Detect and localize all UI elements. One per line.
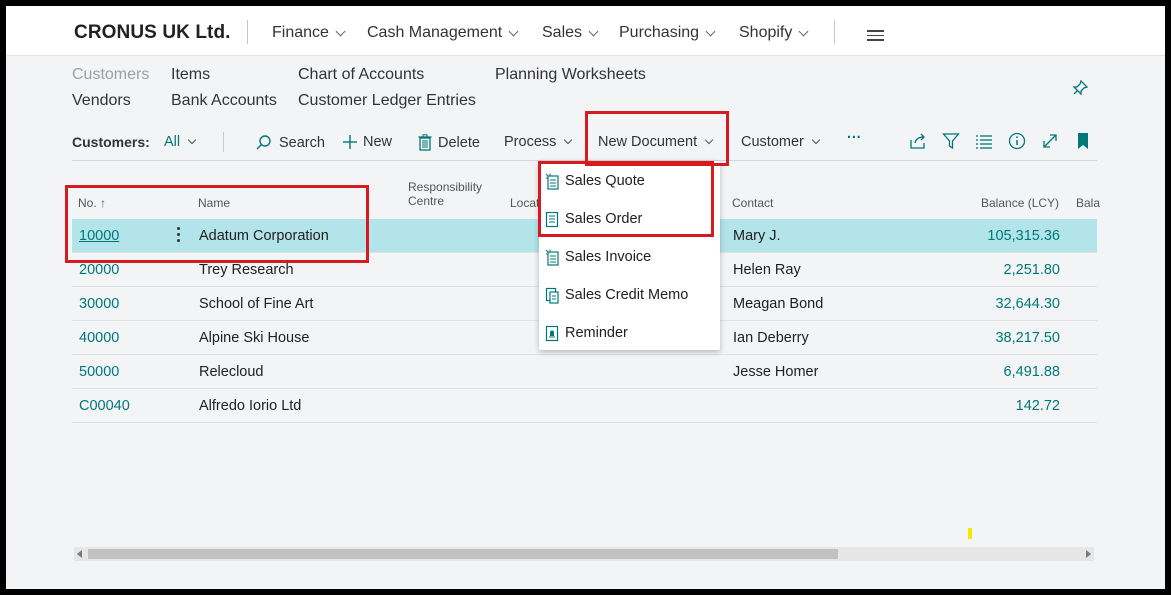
customer-name[interactable]: Relecloud (199, 364, 264, 380)
column-header-balance-due[interactable]: Bala (1076, 196, 1100, 210)
customer-balance[interactable]: 142.72 (920, 398, 1060, 414)
trash-icon (418, 134, 432, 151)
link-items[interactable]: Items (171, 66, 210, 84)
link-bank-accounts[interactable]: Bank Accounts (171, 92, 277, 110)
nav-sales[interactable]: Sales (542, 24, 599, 42)
customer-no-link[interactable]: 20000 (79, 262, 119, 278)
divider (834, 20, 835, 44)
chevron-down-icon (187, 135, 197, 145)
customer-contact: Helen Ray (733, 262, 801, 278)
top-navigation: CRONUS UK Ltd. Finance Cash Management S… (6, 6, 1165, 56)
customer-contact: Jesse Homer (733, 364, 819, 380)
scroll-left-arrow-icon[interactable] (77, 550, 82, 558)
menu-item-sales-invoice[interactable]: Sales Invoice (545, 245, 651, 269)
list-view-icon[interactable] (975, 132, 993, 150)
chevron-down-icon (798, 26, 809, 36)
customer-balance[interactable]: 38,217.50 (920, 330, 1060, 346)
customer-name[interactable]: Trey Research (199, 262, 294, 278)
column-header-responsibility-centre[interactable]: Responsibility Centre (408, 180, 482, 208)
customer-no-link[interactable]: 50000 (79, 364, 119, 380)
cursor-marker (968, 528, 972, 539)
nav-finance[interactable]: Finance (272, 24, 346, 42)
link-vendors[interactable]: Vendors (72, 92, 131, 110)
chevron-down-icon (564, 135, 573, 145)
filter-icon[interactable] (942, 132, 960, 150)
link-customers[interactable]: Customers (72, 66, 149, 84)
link-customer-ledger-entries[interactable]: Customer Ledger Entries (298, 92, 476, 110)
nav-cash-management[interactable]: Cash Management (367, 24, 519, 42)
customer-balance[interactable]: 32,644.30 (920, 296, 1060, 312)
customer-no-link[interactable]: C00040 (79, 398, 130, 414)
delete-button[interactable]: Delete (418, 134, 480, 151)
expand-icon[interactable] (1041, 132, 1059, 150)
table-row[interactable]: C00040 Alfredo Iorio Ltd 142.72 (72, 389, 1097, 423)
chevron-down-icon (335, 26, 346, 36)
info-icon[interactable] (1008, 132, 1026, 150)
bookmark-icon[interactable] (1074, 132, 1092, 150)
sales-invoice-icon (545, 249, 559, 266)
customer-menu[interactable]: Customer (741, 134, 821, 150)
table-row[interactable]: 50000 Relecloud Jesse Homer 6,491.88 (72, 355, 1097, 389)
customer-contact: Ian Deberry (733, 330, 809, 346)
app-window: CRONUS UK Ltd. Finance Cash Management S… (6, 6, 1165, 589)
divider (247, 20, 248, 44)
menu-item-sales-credit-memo[interactable]: Sales Credit Memo (545, 283, 688, 307)
chevron-down-icon (811, 135, 821, 145)
menu-item-reminder[interactable]: Reminder (545, 321, 628, 345)
customer-balance[interactable]: 2,251.80 (920, 262, 1060, 278)
customer-no-link[interactable]: 40000 (79, 330, 119, 346)
customer-name[interactable]: Alpine Ski House (199, 330, 309, 346)
plus-icon (343, 135, 357, 149)
scroll-right-arrow-icon[interactable] (1086, 550, 1091, 558)
customer-name[interactable]: Alfredo Iorio Ltd (199, 398, 301, 414)
search-icon (256, 135, 271, 150)
chevron-down-icon (508, 26, 519, 36)
page-caption: Customers: (72, 134, 150, 150)
chevron-down-icon (588, 26, 599, 36)
company-name[interactable]: CRONUS UK Ltd. (74, 22, 231, 44)
hamburger-menu-icon[interactable] (867, 30, 884, 44)
link-planning-worksheets[interactable]: Planning Worksheets (495, 66, 646, 84)
highlight-first-row (65, 185, 369, 263)
customer-balance[interactable]: 6,491.88 (920, 364, 1060, 380)
new-button[interactable]: New (342, 134, 392, 150)
customer-contact: Meagan Bond (733, 296, 824, 312)
nav-shopify[interactable]: Shopify (739, 24, 809, 42)
column-header-contact[interactable]: Contact (732, 196, 773, 210)
highlight-new-document (585, 111, 729, 166)
pin-icon[interactable] (1072, 80, 1088, 96)
customer-balance[interactable]: 105,315.36 (920, 228, 1060, 244)
search-button[interactable]: Search (255, 134, 325, 152)
share-icon[interactable] (909, 132, 927, 150)
credit-memo-icon (545, 287, 559, 304)
customer-name[interactable]: School of Fine Art (199, 296, 313, 312)
customer-contact: Mary J. (733, 228, 781, 244)
filter-all-dropdown[interactable]: All (164, 134, 197, 150)
link-chart-of-accounts[interactable]: Chart of Accounts (298, 66, 424, 84)
process-menu[interactable]: Process (504, 134, 573, 150)
scrollbar-thumb[interactable] (88, 549, 838, 559)
customer-no-link[interactable]: 30000 (79, 296, 119, 312)
column-header-balance-lcy[interactable]: Balance (LCY) (981, 196, 1059, 210)
highlight-sales-quote-order (538, 161, 714, 237)
nav-purchasing[interactable]: Purchasing (619, 24, 716, 42)
horizontal-scrollbar[interactable] (74, 547, 1094, 561)
chevron-down-icon (705, 26, 716, 36)
more-options-button[interactable]: ··· (847, 130, 862, 146)
divider (223, 132, 224, 152)
column-header-location[interactable]: Locat (510, 196, 539, 210)
reminder-icon (545, 325, 559, 341)
